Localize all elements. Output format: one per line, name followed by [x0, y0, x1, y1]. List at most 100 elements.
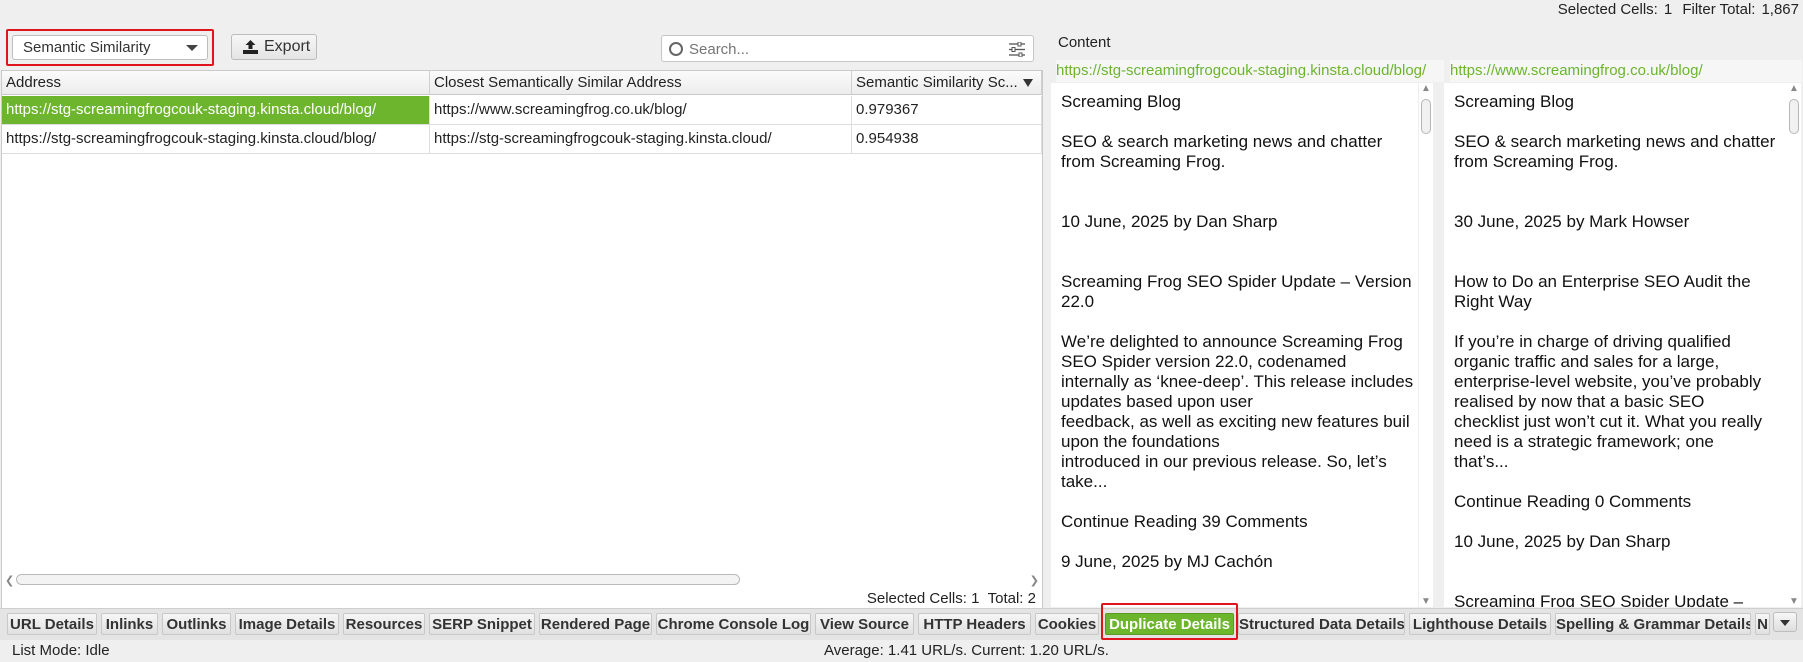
- filter-total-label: Filter Total:: [1682, 1, 1756, 18]
- content-line: [1454, 192, 1775, 212]
- tab-spelling-grammar-details[interactable]: Spelling & Grammar Details: [1555, 613, 1751, 635]
- content-line: [1061, 232, 1413, 252]
- content-left-scrollbar[interactable]: ▲ ▼: [1419, 83, 1433, 607]
- tab-serp-snippet[interactable]: SERP Snippet: [429, 613, 535, 635]
- cell-address[interactable]: https://stg-screamingfrogcouk-staging.ki…: [2, 96, 430, 124]
- content-left-text: Screaming Blog SEO & search marketing ne…: [1061, 92, 1413, 572]
- status-bar: List Mode: Idle Average: 1.41 URL/s. Cur…: [0, 640, 1803, 662]
- tab-url-details[interactable]: URL Details: [7, 613, 97, 635]
- column-header-address[interactable]: Address: [2, 71, 430, 95]
- column-header-similarity-score[interactable]: Semantic Similarity Sc...: [852, 71, 1042, 95]
- tab-structured-data-details[interactable]: Structured Data Details: [1238, 613, 1405, 635]
- content-line: [1454, 232, 1775, 252]
- content-line: [1454, 112, 1775, 132]
- top-status-bar: Selected Cells: 1 Filter Total: 1,867: [0, 0, 1803, 20]
- content-left-pane: Screaming Blog SEO & search marketing ne…: [1051, 83, 1418, 607]
- scroll-down-icon[interactable]: ▼: [1421, 596, 1431, 607]
- tab-overflow-partial[interactable]: N: [1755, 613, 1770, 635]
- content-line: If you’re in charge of driving qualified: [1454, 332, 1731, 351]
- tab-inlinks[interactable]: Inlinks: [101, 613, 158, 635]
- content-line: Right Way: [1454, 292, 1532, 311]
- content-line: from Screaming Frog.: [1061, 152, 1226, 171]
- content-line: Screaming Frog SEO Spider Update –: [1454, 592, 1744, 607]
- scroll-up-icon[interactable]: ▲: [1421, 83, 1431, 94]
- content-line: [1454, 252, 1775, 272]
- content-line: 9 June, 2025 by MJ Cachón: [1061, 552, 1273, 571]
- scrollbar-thumb[interactable]: [1789, 99, 1799, 134]
- tab-outlinks[interactable]: Outlinks: [162, 613, 231, 635]
- filter-dropdown[interactable]: Semantic Similarity: [12, 35, 208, 60]
- content-line: How to Do an Enterprise SEO Audit the: [1454, 272, 1751, 291]
- filter-settings-icon[interactable]: [1009, 42, 1025, 57]
- cell-similarity-score[interactable]: 0.979367: [852, 96, 1042, 124]
- column-header-similarity-score-label: Semantic Similarity Sc...: [856, 74, 1018, 91]
- content-line: Screaming Blog: [1061, 92, 1182, 111]
- content-right-scrollbar[interactable]: ▲ ▼: [1787, 83, 1801, 607]
- tab-resources[interactable]: Resources: [343, 613, 425, 635]
- export-button[interactable]: Export: [231, 34, 317, 60]
- content-line: take...: [1061, 472, 1108, 491]
- content-line: SEO & search marketing news and chatter: [1454, 132, 1776, 151]
- tab-cookies[interactable]: Cookies: [1035, 613, 1099, 635]
- sort-desc-icon[interactable]: [1023, 79, 1033, 87]
- table-row[interactable]: https://stg-screamingfrogcouk-staging.ki…: [2, 96, 1042, 125]
- tab-http-headers[interactable]: HTTP Headers: [918, 613, 1031, 635]
- content-line: 22.0: [1061, 292, 1095, 311]
- table-row[interactable]: https://stg-screamingfrogcouk-staging.ki…: [2, 125, 1042, 154]
- content-line: SEO Spider version 22.0, codenamed: [1061, 352, 1347, 371]
- content-line: Continue Reading 39 Comments: [1061, 512, 1308, 531]
- content-line: [1061, 492, 1413, 512]
- export-label: Export: [264, 38, 311, 55]
- content-line: [1061, 192, 1413, 212]
- cell-similarity-score[interactable]: 0.954938: [852, 125, 1042, 153]
- content-line: [1454, 312, 1775, 332]
- search-box[interactable]: [661, 35, 1034, 62]
- results-table: Address Closest Semantically Similar Add…: [1, 70, 1043, 610]
- chevron-down-icon: [1780, 620, 1790, 626]
- content-line: 30 June, 2025 by Mark Howser: [1454, 212, 1690, 231]
- tab-rendered-page[interactable]: Rendered Page: [539, 613, 652, 635]
- scroll-left-icon[interactable]: ❮: [5, 574, 14, 587]
- content-line: organic traffic and sales for a large,: [1454, 352, 1720, 371]
- cell-closest-address[interactable]: https://www.screamingfrog.co.uk/blog/: [430, 96, 852, 124]
- content-line: updates based upon user: [1061, 392, 1253, 411]
- tab-chrome-console-log[interactable]: Chrome Console Log: [656, 613, 811, 635]
- content-line: [1061, 312, 1413, 332]
- content-line: [1454, 472, 1775, 492]
- search-input[interactable]: [689, 39, 989, 59]
- content-line: introduced in our previous release. So, …: [1061, 452, 1387, 471]
- tab-lighthouse-details[interactable]: Lighthouse Details: [1409, 613, 1551, 635]
- crawl-speed: Average: 1.41 URL/s. Current: 1.20 URL/s…: [824, 642, 1109, 659]
- scroll-down-icon[interactable]: ▼: [1789, 596, 1799, 607]
- content-line: [1454, 552, 1775, 572]
- content-line: enterprise-level website, you’ve probabl…: [1454, 372, 1762, 391]
- search-icon: [669, 42, 683, 56]
- scrollbar-thumb[interactable]: [1421, 99, 1431, 134]
- upload-icon: [243, 40, 258, 54]
- content-line: [1061, 532, 1413, 552]
- content-right-text: Screaming Blog SEO & search marketing ne…: [1454, 92, 1775, 607]
- cell-address[interactable]: https://stg-screamingfrogcouk-staging.ki…: [2, 125, 430, 153]
- content-line: checklist just won’t cut it. What you re…: [1454, 412, 1763, 431]
- more-tabs-button[interactable]: [1773, 612, 1797, 632]
- content-line: Continue Reading 0 Comments: [1454, 492, 1692, 511]
- scrollbar-thumb[interactable]: [16, 574, 740, 585]
- tab-view-source[interactable]: View Source: [815, 613, 914, 635]
- horizontal-scrollbar[interactable]: ❮ ❯: [2, 572, 1041, 587]
- scroll-right-icon[interactable]: ❯: [1030, 574, 1039, 587]
- content-line: need is a strategic framework; one: [1454, 432, 1714, 451]
- cell-closest-address[interactable]: https://stg-screamingfrogcouk-staging.ki…: [430, 125, 852, 153]
- content-line: [1454, 512, 1775, 532]
- column-header-closest-address[interactable]: Closest Semantically Similar Address: [430, 71, 852, 95]
- content-line: [1061, 172, 1413, 192]
- content-line: Screaming Blog: [1454, 92, 1575, 111]
- table-selected-label: Selected Cells:: [866, 590, 967, 607]
- content-line: 10 June, 2025 by Dan Sharp: [1454, 532, 1671, 551]
- selected-cells-value: 1: [1663, 1, 1673, 18]
- content-line: We’re delighted to announce Screaming Fr…: [1061, 332, 1403, 351]
- content-line: [1061, 252, 1413, 272]
- content-line: feedback, as well as exciting new featur…: [1061, 412, 1410, 431]
- content-line: internally as ‘knee-deep’. This release …: [1061, 372, 1414, 391]
- tab-image-details[interactable]: Image Details: [235, 613, 339, 635]
- scroll-up-icon[interactable]: ▲: [1789, 83, 1799, 94]
